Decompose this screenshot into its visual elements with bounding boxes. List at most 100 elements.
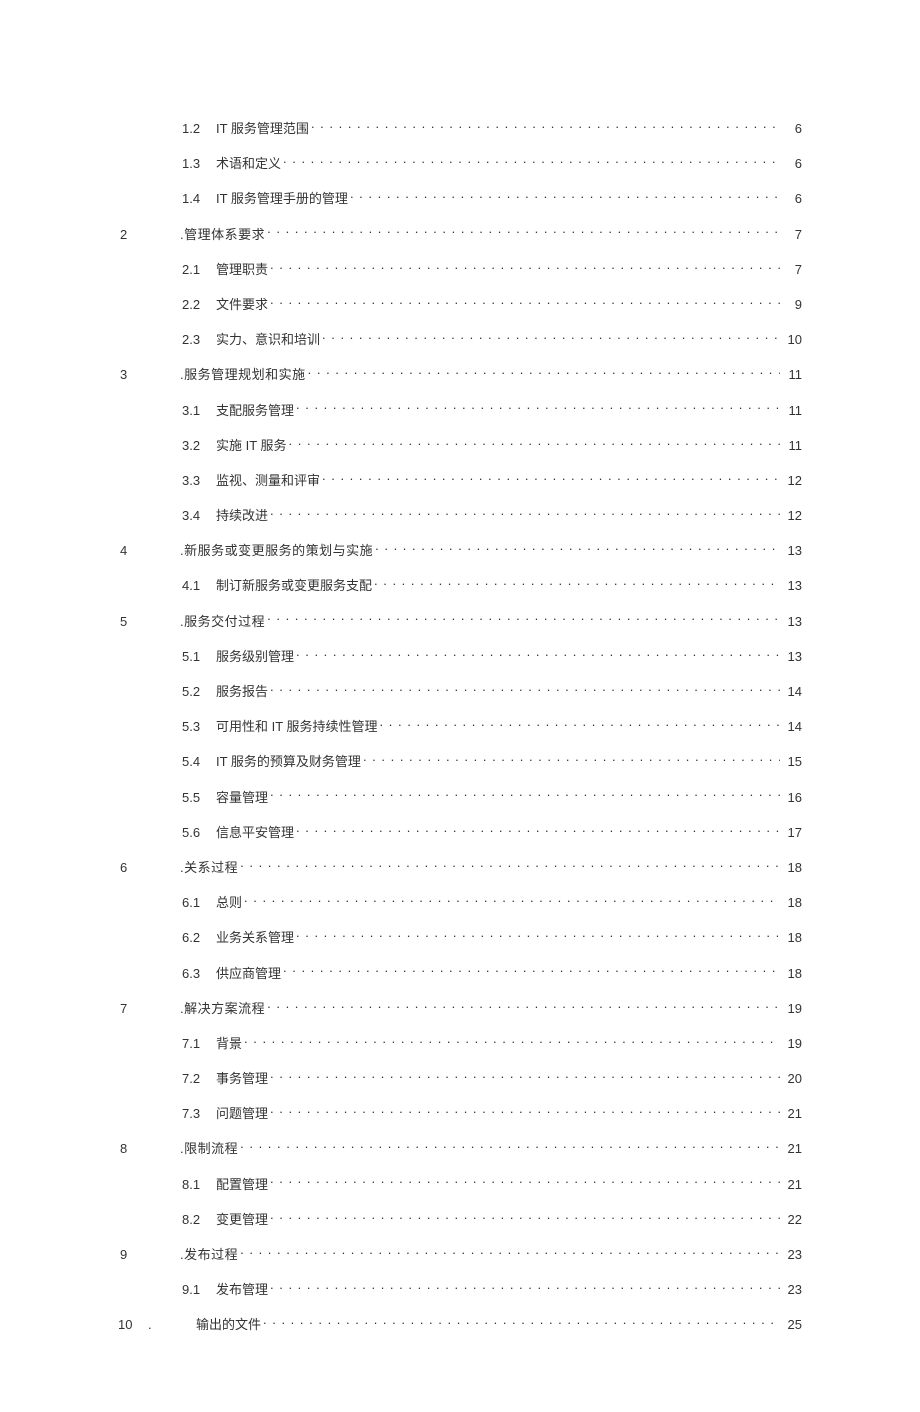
toc-section-title: .服务交付过程 [180,613,267,631]
toc-page-number: 14 [780,718,802,736]
toc-page-number: 13 [780,648,802,666]
toc-section-title: .管理体系要求 [180,226,267,244]
toc-page-number: 22 [780,1211,802,1229]
toc-page-number: 23 [780,1281,802,1299]
toc-section-number: 2 [118,226,180,244]
toc-section-number: 9 [118,1246,180,1264]
toc-subsection-number: 8.1 [182,1176,216,1194]
toc-section-title: .关系过程 [180,859,240,877]
toc-row: 1.3术语和定义6 [118,155,802,173]
toc-row: 2.管理体系要求 7 [118,226,802,244]
toc-row: 3.服务管理规划和实施11 [118,366,802,384]
toc-leader [270,789,780,802]
toc-subsection-number: 5.4 [182,753,216,771]
toc-subsection-number: 7.1 [182,1035,216,1053]
toc-page-number: 11 [780,366,802,384]
toc-row: 3.2实施 IT 服务 11 [118,437,802,455]
toc-page-number: 6 [780,120,802,138]
toc-row: 7.解决方案流程19 [118,1000,802,1018]
toc-page-number: 7 [780,226,802,244]
toc-page-number: 17 [780,824,802,842]
toc-subsection-title: 制订新服务或变更服务支配 [216,577,374,595]
toc-subsection-number: 5.1 [182,648,216,666]
toc-subsection-number: 3.4 [182,507,216,525]
toc-leader [308,366,780,379]
toc-subsection-number: 8.2 [182,1211,216,1229]
toc-row: 1.4IT 服务管理手册的管理6 [118,190,802,208]
toc-page-number: 6 [780,190,802,208]
toc-leader [270,507,780,520]
toc-subsection-title: 监视、测量和评审 [216,472,322,490]
toc-leader [375,542,780,555]
toc-leader [240,1246,780,1259]
toc-row: 4.新服务或变更服务的策划与实施13 [118,542,802,560]
toc-row: 6.2业务关系管理 18 [118,929,802,947]
toc-subsection-number: 3.2 [182,437,216,455]
toc-subsection-number: 6.3 [182,965,216,983]
toc-row: 8.限制流程21 [118,1140,802,1158]
toc-page-number: 19 [780,1000,802,1018]
toc-subsection-number: 4.1 [182,577,216,595]
toc-leader [322,472,780,485]
toc-leader [267,1000,780,1013]
toc-row: 5.4IT 服务的预算及财务管理 15 [118,753,802,771]
toc-leader [296,929,780,942]
toc-subsection-title: 容量管理 [216,789,270,807]
toc-section-number: 10 [118,1316,148,1334]
toc-row: 3.1支配服务管理11 [118,402,802,420]
toc-row: 3.4持续改进 12 [118,507,802,525]
toc-subsection-title: 支配服务管理 [216,402,296,420]
toc-page-number: 12 [780,472,802,490]
toc-subsection-title: 事务管理 [216,1070,270,1088]
toc-page-number: 12 [780,507,802,525]
toc-subsection-number: 2.1 [182,261,216,279]
toc-page-number: 19 [780,1035,802,1053]
toc-leader [267,613,780,626]
toc-leader [380,718,780,731]
toc-page-number: 6 [780,155,802,173]
toc-row: 5.6信息平安管理 17 [118,824,802,842]
toc-section-title: .发布过程 [180,1246,240,1264]
toc-subsection-title: 服务级别管理 [216,648,296,666]
toc-page-number: 18 [780,965,802,983]
toc-page-number: 15 [780,753,802,771]
toc-row: 8.1配置管理21 [118,1176,802,1194]
toc-subsection-number: 1.2 [182,120,216,138]
toc-page-number: 18 [780,894,802,912]
toc-row: 6.关系过程18 [118,859,802,877]
toc-page-number: 25 [780,1316,802,1334]
toc-page-number: 13 [780,577,802,595]
toc-section-title: 输出的文件 [196,1316,263,1334]
toc-subsection-title: 问题管理 [216,1105,270,1123]
toc-leader [322,331,780,344]
toc-section-number: 4 [118,542,180,560]
toc-row: 9.发布过程23 [118,1246,802,1264]
toc-subsection-title: IT 服务的预算及财务管理 [216,753,363,771]
toc-subsection-title: 实施 IT 服务 [216,437,289,455]
toc-leader [270,1105,780,1118]
toc-page-number: 7 [780,261,802,279]
toc-subsection-number: 5.5 [182,789,216,807]
toc-leader [270,1070,780,1083]
toc-row: 4.1制订新服务或变更服务支配 13 [118,577,802,595]
toc-subsection-title: 供应商管理 [216,965,283,983]
toc-leader [270,1176,780,1189]
toc-section-title: .服务管理规划和实施 [180,366,308,384]
toc-page-number: 13 [780,613,802,631]
toc-subsection-number: 5.3 [182,718,216,736]
toc-page-number: 20 [780,1070,802,1088]
toc-leader [296,648,780,661]
toc-leader [289,437,780,450]
toc-row: 7.3问题管理 21 [118,1105,802,1123]
toc-subsection-title: 信息平安管理 [216,824,296,842]
toc-leader [244,894,780,907]
toc-row: 3.3监视、测量和评审 12 [118,472,802,490]
toc-subsection-number: 6.1 [182,894,216,912]
toc-section-number: 5 [118,613,180,631]
toc-leader [270,1281,780,1294]
toc-subsection-number: 9.1 [182,1281,216,1299]
toc-subsection-title: 总则 [216,894,244,912]
toc-subsection-number: 2.3 [182,331,216,349]
toc-leader [363,753,780,766]
toc-dot: . [148,1316,196,1334]
